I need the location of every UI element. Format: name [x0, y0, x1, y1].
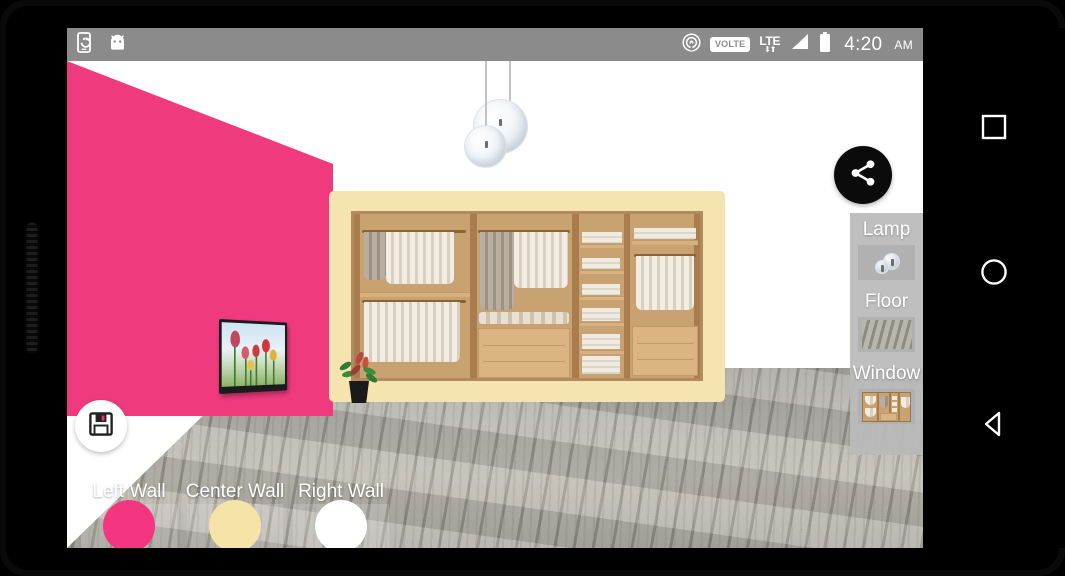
signal-icon	[789, 33, 810, 56]
wall-swatch-cell-center[interactable]	[187, 500, 283, 548]
speaker-grille	[26, 222, 38, 354]
window-thumbnail[interactable]	[858, 389, 915, 424]
hotspot-icon	[682, 32, 701, 57]
android-device: VOLTE LTE ⬇⬆ 4:20 AM Lamp Floor Window L…	[0, 0, 1065, 576]
wall-option-left[interactable]: Left Wall	[79, 480, 179, 548]
wall-option-right[interactable]: Right Wall	[291, 480, 391, 548]
wall-swatch-right[interactable]	[315, 500, 367, 548]
tool-label-window: Window	[852, 363, 921, 384]
tool-item-lamp[interactable]: Lamp	[850, 217, 923, 280]
status-bar-time: 4:20	[844, 33, 883, 55]
floppy-disk-icon	[88, 411, 114, 442]
save-button[interactable]	[75, 400, 127, 452]
wall-swatch-center[interactable]	[209, 500, 261, 548]
lamp-thumbnail[interactable]	[858, 245, 915, 280]
wall-swatch-cell-left[interactable]	[81, 500, 177, 548]
tool-panel[interactable]: Lamp Floor Window	[850, 213, 923, 455]
tool-label-lamp: Lamp	[862, 219, 911, 240]
back-button[interactable]	[980, 410, 1008, 443]
lamp-cord	[509, 61, 511, 103]
wardrobe-unit[interactable]	[351, 211, 703, 381]
lte-icon: LTE ⬇⬆	[759, 34, 781, 54]
phone-sync-icon	[77, 31, 96, 58]
tool-item-window[interactable]: Window	[850, 361, 923, 424]
lamp-cord	[485, 61, 487, 129]
home-button[interactable]	[980, 258, 1008, 291]
android-head-icon	[108, 34, 127, 56]
share-button[interactable]	[834, 146, 892, 204]
volte-icon: VOLTE	[709, 37, 751, 52]
tool-label-floor: Floor	[864, 291, 909, 312]
wall-swatch-cell-right[interactable]	[293, 500, 389, 548]
potted-plant	[337, 341, 381, 403]
wall-tv[interactable]	[219, 319, 288, 394]
wall-swatch-left[interactable]	[103, 500, 155, 548]
android-nav-bar[interactable]	[923, 28, 1065, 548]
tool-item-floor[interactable]: Floor	[850, 289, 923, 352]
status-bar-ampm: AM	[894, 37, 913, 52]
share-icon	[848, 158, 878, 193]
phone-screen: VOLTE LTE ⬇⬆ 4:20 AM Lamp Floor Window L…	[67, 28, 923, 548]
left-wall[interactable]	[67, 61, 333, 416]
wall-selector[interactable]: Left Wall Center Wall Right Wall	[67, 480, 923, 548]
recents-button[interactable]	[981, 114, 1007, 145]
room-scene[interactable]: Lamp Floor Window Left Wall Center Wall …	[67, 61, 923, 548]
status-bar: VOLTE LTE ⬇⬆ 4:20 AM	[67, 28, 923, 61]
floor-thumbnail[interactable]	[858, 317, 915, 352]
center-wall[interactable]	[329, 191, 725, 403]
battery-icon	[819, 31, 831, 58]
wall-option-center[interactable]: Center Wall	[185, 480, 285, 548]
lamp-globe	[464, 125, 507, 168]
